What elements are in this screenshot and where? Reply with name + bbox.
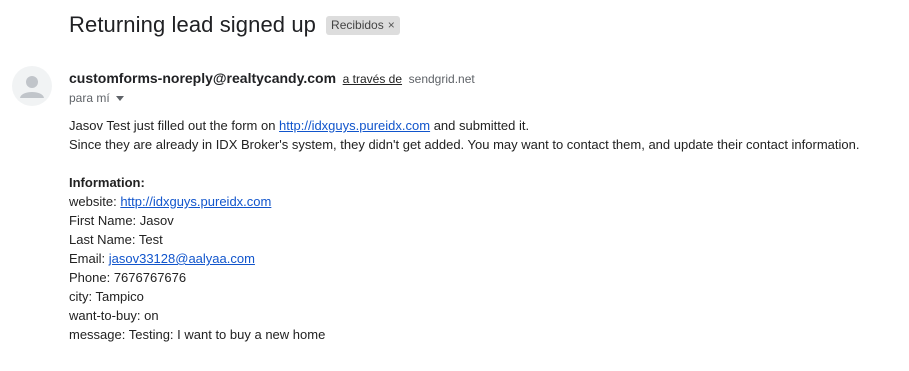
- info-message: message: Testing: I want to buy a new ho…: [69, 327, 326, 342]
- subject-row: Returning lead signed up Recibidos ×: [69, 12, 400, 38]
- form-site-link[interactable]: http://idxguys.pureidx.com: [279, 118, 430, 133]
- sender-row: customforms-noreply@realtycandy.com a tr…: [69, 70, 475, 86]
- body-line-2: Since they are already in IDX Broker's s…: [69, 137, 860, 152]
- info-first-name: First Name: Jasov: [69, 213, 174, 228]
- chevron-down-icon[interactable]: [115, 95, 124, 101]
- info-last-name: Last Name: Test: [69, 232, 163, 247]
- label-chip-inbox[interactable]: Recibidos ×: [326, 15, 400, 35]
- info-email: Email: jasov33128@aalyaa.com: [69, 249, 899, 268]
- info-website: website: http://idxguys.pureidx.com: [69, 192, 899, 211]
- via-link[interactable]: a través de: [343, 72, 402, 86]
- person-avatar-icon[interactable]: [12, 66, 52, 106]
- close-icon[interactable]: ×: [388, 18, 395, 33]
- website-link[interactable]: http://idxguys.pureidx.com: [120, 194, 271, 209]
- sender-email[interactable]: customforms-noreply@realtycandy.com: [69, 70, 336, 86]
- via-domain: sendgrid.net: [408, 72, 475, 86]
- website-label: website:: [69, 194, 117, 209]
- body-line-1: Jasov Test just filled out the form on h…: [69, 116, 899, 135]
- body-line-1-prefix: Jasov Test just filled out the form on: [69, 118, 276, 133]
- recipient-row: para mí: [69, 91, 124, 105]
- info-heading: Information:: [69, 175, 145, 190]
- label-chip-text: Recibidos: [331, 17, 384, 32]
- info-city: city: Tampico: [69, 289, 144, 304]
- info-phone: Phone: 7676767676: [69, 270, 187, 285]
- email-subject: Returning lead signed up: [69, 12, 317, 37]
- email-label: Email:: [69, 251, 106, 266]
- info-want-to-buy: want-to-buy: on: [69, 308, 159, 323]
- email-link[interactable]: jasov33128@aalyaa.com: [109, 251, 255, 266]
- email-body: Jasov Test just filled out the form on h…: [69, 116, 899, 344]
- recipient-text: para mí: [69, 91, 110, 105]
- body-line-1-suffix: and submitted it.: [433, 118, 530, 133]
